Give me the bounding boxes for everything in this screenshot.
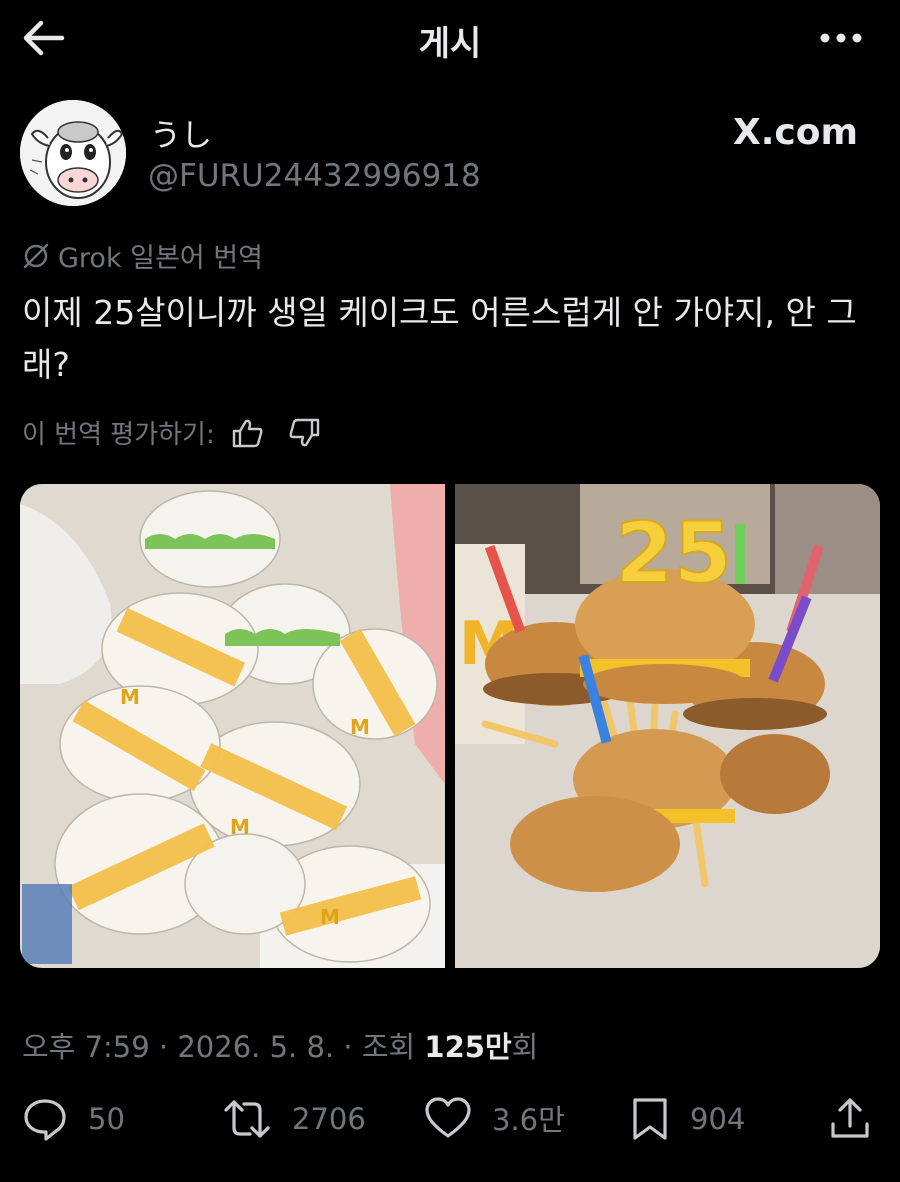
photo-burger-cake[interactable]: M 25 [455, 484, 880, 968]
reply-button[interactable]: 50 [22, 1096, 125, 1142]
post-text: 이제 25살이니까 생일 케이크도 어른스럽게 안 가야지, 안 그래? [22, 293, 857, 384]
views-prefix: 조회 [361, 1030, 416, 1064]
reply-icon [24, 1099, 66, 1141]
repost-count: 2706 [292, 1102, 366, 1136]
post-time[interactable]: 오후 7:59 [22, 1030, 150, 1064]
bookmark-count: 904 [690, 1102, 746, 1136]
rate-translation-label: 이 번역 평가하기: [22, 420, 215, 450]
views-count: 125만 [424, 1030, 512, 1064]
views-suffix: 회 [511, 1030, 539, 1064]
bookmark-icon [633, 1098, 667, 1140]
media-gallery: M M M M M 25 [20, 484, 880, 968]
repost-button[interactable]: 2706 [222, 1096, 366, 1142]
svg-text:M: M [120, 685, 140, 709]
avatar[interactable] [20, 100, 126, 206]
share-button[interactable] [828, 1096, 892, 1142]
post-date[interactable]: 2026. 5. 8. [177, 1030, 334, 1064]
cake-number-label: 25 [615, 504, 732, 602]
svg-text:M: M [320, 905, 340, 929]
bookmark-button[interactable]: 904 [630, 1096, 745, 1142]
action-bar: 50 2706 3.6만 904 [0, 1096, 900, 1152]
meta-separator: · [343, 1030, 353, 1064]
like-button[interactable]: 3.6만 [424, 1096, 565, 1140]
grok-icon [23, 243, 49, 268]
source-label: X.com [732, 112, 858, 153]
post-meta: 오후 7:59 · 2026. 5. 8. · 조회 125만회 [22, 1024, 538, 1066]
thumbs-up-icon[interactable] [231, 417, 265, 449]
translation-label[interactable]: Grok 일본어 번역 [22, 236, 263, 275]
page-title: 게시 [418, 24, 482, 64]
rate-translation: 이 번역 평가하기: [22, 414, 321, 451]
reply-count: 50 [88, 1102, 125, 1136]
photo-burgers-pile[interactable]: M M M M [20, 484, 445, 968]
translation-label-text: Grok 일본어 번역 [58, 243, 263, 274]
meta-separator: · [158, 1030, 169, 1064]
thumbs-down-icon[interactable] [287, 417, 321, 449]
heart-icon [425, 1097, 471, 1138]
more-icon[interactable] [818, 18, 864, 58]
svg-text:M: M [230, 815, 250, 839]
author-name[interactable]: うし [150, 110, 212, 155]
author-handle[interactable]: @FURU24432996918 [148, 158, 481, 194]
share-icon [831, 1098, 869, 1138]
like-count: 3.6만 [492, 1103, 565, 1137]
top-bar: 게시 [0, 0, 900, 76]
repost-icon [224, 1100, 270, 1138]
svg-text:M: M [350, 715, 370, 739]
